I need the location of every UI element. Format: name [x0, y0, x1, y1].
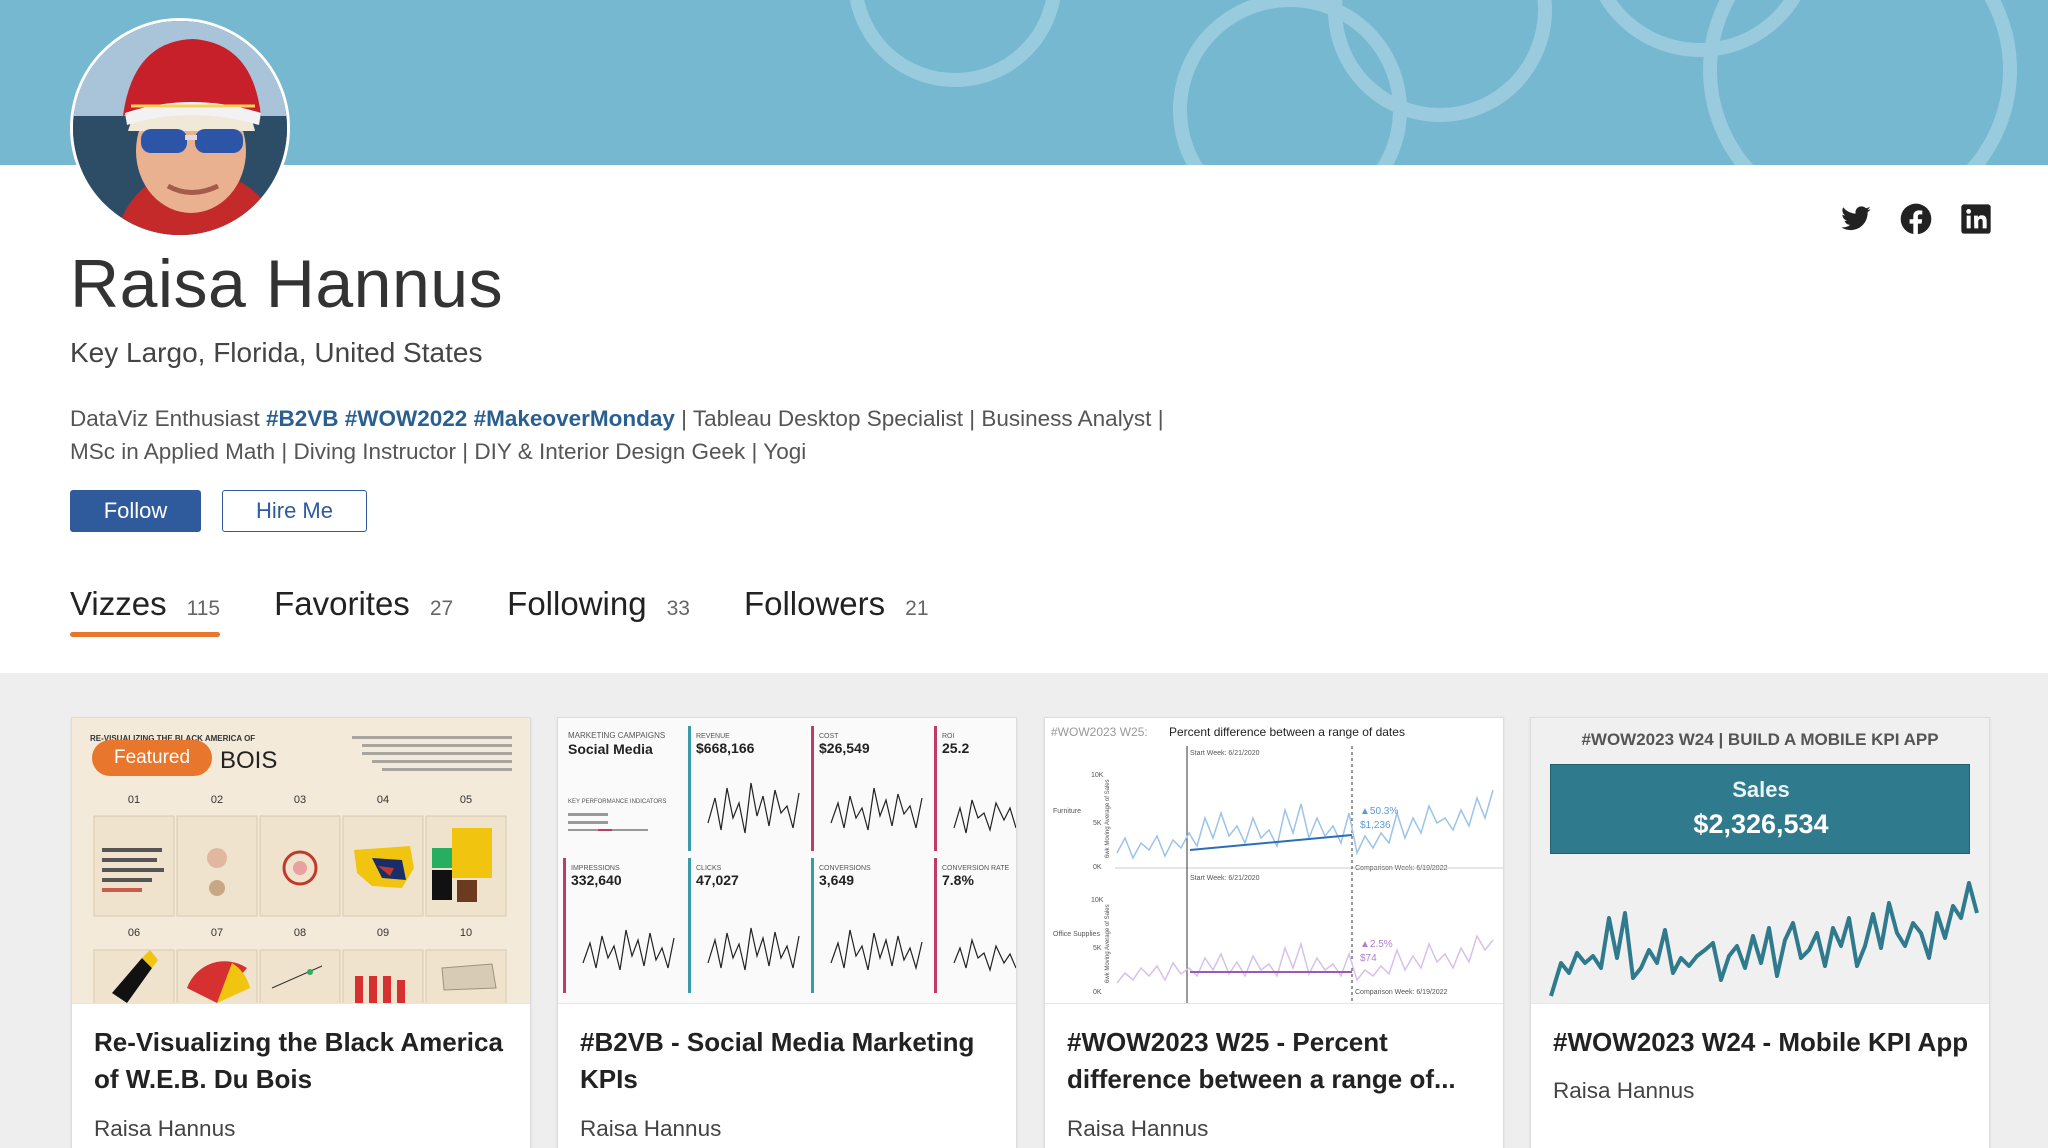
plate-number: 01: [128, 794, 140, 806]
y-axis-label: 6wk Moving Average of Sales: [1105, 779, 1111, 858]
y-tick: 5K: [1093, 945, 1102, 952]
row2-value: $74: [1360, 953, 1377, 964]
plate-number: 10: [460, 927, 472, 939]
kpi-value: 332,640: [571, 872, 622, 888]
viz-title[interactable]: #WOW2023 W25 - Percent difference betwee…: [1067, 1024, 1487, 1098]
thumb-header-text: Percent difference between a range of da…: [1169, 725, 1405, 739]
kpi-label: ROI: [942, 733, 955, 740]
row2-pct: ▲2.5%: [1360, 939, 1393, 950]
thumb-kpi-heading: KEY PERFORMANCE INDICATORS: [568, 799, 666, 805]
y-tick: 5K: [1093, 820, 1102, 827]
viz-author[interactable]: Raisa Hannus: [1553, 1078, 1694, 1104]
hire-me-button[interactable]: Hire Me: [222, 490, 367, 532]
tab-following[interactable]: Following 33: [507, 585, 690, 637]
kpi-label: COST: [819, 733, 839, 740]
plate-number: 02: [211, 794, 223, 806]
viz-card[interactable]: MARKETING CAMPAIGNS Social Media KEY PER…: [557, 717, 1017, 1148]
tab-followers[interactable]: Followers 21: [744, 585, 929, 637]
thumb-campaign-label: MARKETING CAMPAIGNS: [568, 731, 665, 740]
tab-label: Following: [507, 585, 647, 622]
viz-title[interactable]: #WOW2023 W24 - Mobile KPI App: [1553, 1024, 1973, 1061]
kpi-label: CONVERSION RATE: [942, 865, 1009, 872]
featured-badge: Featured: [92, 740, 213, 776]
row1-value: $1,236: [1360, 820, 1391, 831]
comparison-week-label: Comparison Week: 6/19/2022: [1355, 989, 1448, 996]
y-axis-label: 6wk Moving Average of Sales: [1105, 904, 1111, 983]
avatar: [70, 18, 290, 238]
y-tick: 10K: [1091, 897, 1104, 904]
plate-number: 09: [377, 927, 389, 939]
plate-number: 04: [377, 794, 389, 806]
plate-number: 05: [460, 794, 472, 806]
viz-author[interactable]: Raisa Hannus: [94, 1116, 235, 1142]
profile-page: Raisa Hannus Key Largo, Florida, United …: [0, 0, 2048, 1148]
bio-text: MSc in Applied Math | Diving Instructor …: [70, 439, 807, 464]
row1-pct: ▲50.3%: [1360, 806, 1398, 817]
linkedin-icon[interactable]: [1960, 203, 1992, 235]
kpi-label: IMPRESSIONS: [571, 865, 620, 872]
kpi-value: $26,549: [819, 740, 870, 756]
tab-count: 115: [186, 597, 221, 620]
viz-thumbnail[interactable]: RE-VISUALIZING THE BLACK AMERICA OF BOIS…: [72, 718, 530, 1004]
thumb-campaign-title: Social Media: [568, 741, 653, 757]
viz-thumbnail[interactable]: #WOW2023 W25: Percent difference between…: [1045, 718, 1503, 1004]
row-label: Furniture: [1053, 808, 1081, 815]
tab-vizzes[interactable]: Vizzes 115: [70, 585, 221, 637]
viz-title[interactable]: #B2VB - Social Media Marketing KPIs: [580, 1024, 1000, 1098]
plate-number: 08: [294, 927, 306, 939]
y-tick: 0K: [1093, 864, 1102, 871]
start-week-label: Start Week: 6/21/2020: [1190, 875, 1260, 882]
profile-name: Raisa Hannus: [70, 246, 504, 322]
y-tick: 0K: [1093, 989, 1102, 996]
viz-title[interactable]: Re-Visualizing the Black America of W.E.…: [94, 1024, 514, 1098]
thumb-header-prefix: #WOW2023 W25:: [1051, 725, 1148, 739]
kpi-value: 3,649: [819, 872, 854, 888]
plate-number: 06: [128, 927, 140, 939]
facebook-icon[interactable]: [1900, 203, 1932, 235]
kpi-label: CONVERSIONS: [819, 865, 871, 872]
viz-card[interactable]: RE-VISUALIZING THE BLACK AMERICA OF BOIS…: [71, 717, 531, 1148]
profile-banner: [0, 0, 2048, 165]
start-week-label: Start Week: 6/21/2020: [1190, 750, 1260, 757]
follow-button[interactable]: Follow: [70, 490, 201, 532]
hashtag-link[interactable]: #B2VB: [266, 406, 339, 431]
viz-thumbnail[interactable]: #WOW2023 W24 | BUILD A MOBILE KPI APP Sa…: [1531, 718, 1989, 1004]
hashtag-link[interactable]: #MakeoverMonday: [474, 406, 675, 431]
kpi-value: 7.8%: [942, 872, 974, 888]
kpi-label: CLICKS: [696, 865, 722, 872]
kpi-value: 25.2: [942, 740, 969, 756]
plate-number: 07: [211, 927, 223, 939]
tab-count: 33: [666, 597, 690, 620]
viz-author[interactable]: Raisa Hannus: [580, 1116, 721, 1142]
tab-label: Vizzes: [70, 585, 167, 622]
tab-favorites[interactable]: Favorites 27: [274, 585, 453, 637]
sales-sparkline: [1549, 881, 1979, 997]
banner-circles-decoration: [849, 0, 2017, 165]
tab-count: 21: [905, 597, 929, 620]
viz-card[interactable]: #WOW2023 W25: Percent difference between…: [1044, 717, 1504, 1148]
kpi-value: $668,166: [696, 740, 755, 756]
bio-text: | Tableau Desktop Specialist | Business …: [674, 406, 1164, 431]
twitter-icon[interactable]: [1840, 203, 1872, 235]
social-media-dashboard-thumbnail: MARKETING CAMPAIGNS Social Media KEY PER…: [563, 726, 1016, 993]
tab-count: 27: [429, 597, 454, 620]
profile-bio: DataViz Enthusiast #B2VB #WOW2022 #Makeo…: [70, 402, 1250, 468]
bio-text: DataViz Enthusiast: [70, 406, 266, 431]
viz-author[interactable]: Raisa Hannus: [1067, 1116, 1208, 1142]
percent-difference-thumbnail: #WOW2023 W25: Percent difference between…: [1051, 725, 1503, 1003]
plate-number: 03: [294, 794, 306, 806]
viz-thumbnail[interactable]: MARKETING CAMPAIGNS Social Media KEY PER…: [558, 718, 1016, 1004]
tab-label: Followers: [743, 585, 886, 622]
row-label: Office Supplies: [1053, 931, 1100, 938]
viz-card[interactable]: #WOW2023 W24 | BUILD A MOBILE KPI APP Sa…: [1530, 717, 1990, 1148]
kpi-label: REVENUE: [696, 733, 730, 740]
hashtag-link[interactable]: #WOW2022: [345, 406, 468, 431]
profile-location: Key Largo, Florida, United States: [70, 337, 483, 368]
tab-label: Favorites: [274, 585, 410, 622]
y-tick: 10K: [1091, 772, 1104, 779]
thumb-heading-2: BOIS: [220, 747, 277, 774]
profile-tabs: Vizzes 115 Favorites 27 Following 33 Fol…: [70, 585, 929, 637]
social-links: [1840, 203, 1992, 235]
kpi-value: 47,027: [696, 872, 739, 888]
